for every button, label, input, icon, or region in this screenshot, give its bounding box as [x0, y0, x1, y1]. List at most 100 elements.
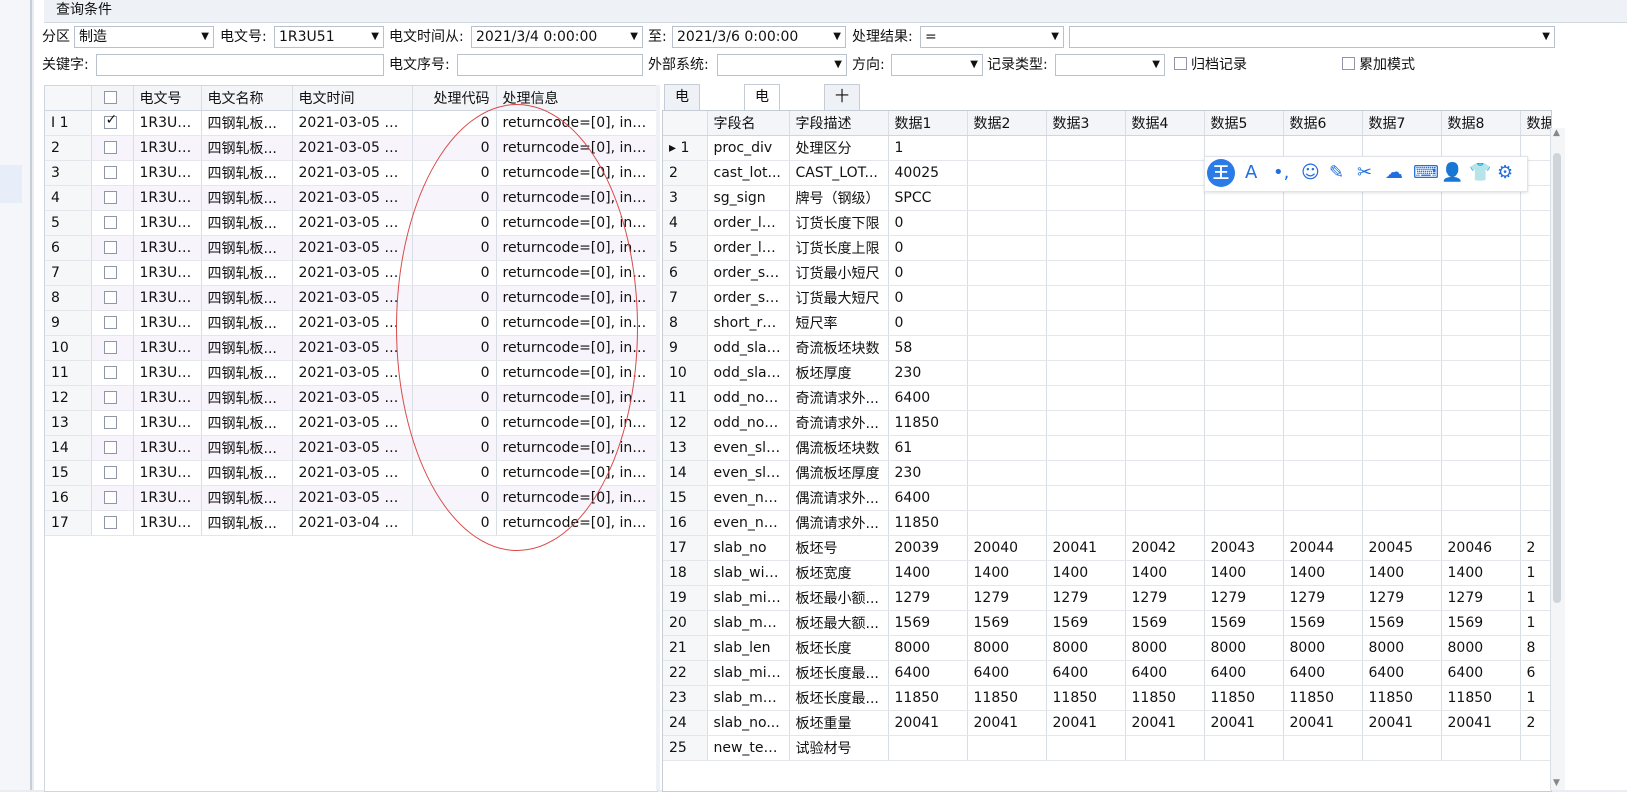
table-row[interactable]: 25 new_tes... 试验材号 [663, 735, 1551, 761]
row-checkbox[interactable] [103, 291, 117, 304]
punctuation-icon[interactable]: •, [1273, 161, 1289, 185]
row-checkbox-cell[interactable] [91, 235, 134, 261]
table-row[interactable]: 9 1R3U51 四钢轧板... 2021-03-05 0... 0 returncode… [45, 310, 657, 336]
row-checkbox-cell[interactable] [91, 460, 134, 486]
row-checkbox-cell[interactable] [91, 210, 134, 236]
table-row[interactable]: 12 odd_nos... 奇流请求外... 11850 [663, 410, 1551, 436]
table-row[interactable]: 4 order_le... 订货长度下限 0 [663, 210, 1551, 236]
table-row[interactable]: 17 1R3U51 四钢轧板... 2021-03-04 0... 0 returncod… [45, 510, 657, 536]
table-row[interactable]: 10 1R3U51 四钢轧板... 2021-03-05 0... 0 returncod… [45, 335, 657, 361]
column-header[interactable]: 电文时间 [292, 86, 413, 111]
column-header[interactable]: 电文号 [133, 86, 202, 111]
table-row[interactable]: 5 order_le... 订货长度上限 0 [663, 235, 1551, 261]
column-header[interactable] [91, 86, 134, 111]
row-checkbox[interactable] [103, 391, 117, 404]
table-row[interactable]: 11 1R3U51 四钢轧板... 2021-03-05 0... 0 returncod… [45, 360, 657, 386]
column-header[interactable]: 数据3 [1046, 111, 1126, 136]
row-checkbox-cell[interactable] [91, 285, 134, 311]
row-checkbox[interactable] [103, 441, 117, 454]
table-row[interactable]: 15 even_no... 偶流请求外... 6400 [663, 485, 1551, 511]
table-row[interactable]: 20 slab_max... 板坯最大额... 1569 1569 1569 1569 156… [663, 610, 1551, 636]
scroll-down-icon[interactable]: ▼ [1553, 778, 1560, 788]
column-header[interactable]: 数据8 [1441, 111, 1521, 136]
row-checkbox[interactable] [103, 316, 117, 329]
time-to-picker[interactable]: 2021/3/6 0:00:00 ▼ [672, 26, 846, 48]
scroll-up-icon[interactable]: ▲ [1553, 128, 1560, 138]
row-checkbox[interactable] [103, 112, 117, 129]
column-header[interactable]: 数据6 [1283, 111, 1363, 136]
row-checkbox[interactable] [103, 216, 117, 229]
table-row[interactable]: 23 slab_max... 板坯长度最... 11850 11850 11850 1185… [663, 685, 1551, 711]
partition-select[interactable]: 制造 ▼ [74, 26, 214, 48]
tab-message-split[interactable]: 电文拆分 [744, 84, 780, 180]
column-header[interactable]: 处理信息 [496, 86, 657, 111]
column-header[interactable]: 电文名称 [201, 86, 293, 111]
pen-icon[interactable]: ✎ [1329, 161, 1344, 185]
ime-logo-icon[interactable]: 王 [1207, 159, 1235, 187]
msg-no-select[interactable]: 1R3U51 ▼ [274, 26, 384, 48]
scissors-icon[interactable]: ✂ [1357, 161, 1372, 185]
table-row[interactable]: 19 slab_min... 板坯最小额... 1279 1279 1279 1279 127… [663, 585, 1551, 611]
vertical-scrollbar[interactable]: ▲ ▼ [1550, 128, 1565, 790]
table-row[interactable]: 14 1R3U51 四钢轧板... 2021-03-05 0... 0 returncod… [45, 435, 657, 461]
column-header[interactable]: 数据 [1520, 111, 1551, 136]
row-checkbox[interactable] [103, 191, 117, 204]
column-header[interactable]: 数据5 [1204, 111, 1284, 136]
column-header[interactable]: 数据7 [1362, 111, 1442, 136]
direction-select[interactable]: ▼ [891, 54, 983, 76]
table-row[interactable]: 15 1R3U51 四钢轧板... 2021-03-05 0... 0 returncod… [45, 460, 657, 486]
tab-hex[interactable]: 十六进制 [824, 84, 860, 180]
time-from-picker[interactable]: 2021/3/4 0:00:00 ▼ [471, 26, 643, 48]
cloud-icon[interactable]: ☁ [1385, 161, 1403, 185]
row-checkbox[interactable] [103, 491, 117, 504]
table-row[interactable]: 3 1R3U51 四钢轧板... 2021-03-05 1... 0 returncode… [45, 160, 657, 186]
tab-message-content[interactable]: 电文内容 [664, 84, 700, 180]
keyword-input[interactable] [96, 54, 384, 76]
table-row[interactable]: 14 even_sla... 偶流板坯厚度 230 [663, 460, 1551, 486]
row-checkbox[interactable] [103, 141, 117, 154]
row-checkbox-cell[interactable] [91, 310, 134, 336]
table-row[interactable]: 7 order_sh... 订货最大短尺 0 [663, 285, 1551, 311]
table-row[interactable]: 11 odd_nos... 奇流请求外... 6400 [663, 385, 1551, 411]
column-header[interactable]: 数据2 [967, 111, 1047, 136]
archive-checkbox[interactable] [1174, 57, 1187, 70]
font-icon[interactable]: A [1245, 161, 1257, 185]
row-checkbox-cell[interactable] [91, 510, 134, 536]
column-header[interactable]: 字段描述 [789, 111, 889, 136]
table-row[interactable]: 6 1R3U51 四钢轧板... 2021-03-05 1... 0 returncode… [45, 235, 657, 261]
table-row[interactable]: 17 slab_no 板坯号 20039 20040 20041 20042 20043 200… [663, 535, 1551, 561]
row-checkbox-cell[interactable] [91, 335, 134, 361]
user-icon[interactable]: 👤 [1441, 161, 1463, 185]
column-header[interactable]: 字段名 [707, 111, 790, 136]
row-checkbox[interactable] [103, 416, 117, 429]
table-row[interactable]: 5 1R3U51 四钢轧板... 2021-03-05 1... 0 returncode… [45, 210, 657, 236]
table-row[interactable]: 7 1R3U51 四钢轧板... 2021-03-05 0... 0 returncode… [45, 260, 657, 286]
emoji-icon[interactable]: ☺ [1301, 161, 1320, 185]
table-row[interactable]: I 1 1R3U51四钢轧板...2021-03-05 1...0returnco… [45, 110, 657, 136]
column-header[interactable]: 数据1 [888, 111, 968, 136]
table-row[interactable]: 24 slab_no... 板坯重量 20041 20041 20041 20041 2004… [663, 710, 1551, 736]
split-divider[interactable] [656, 85, 660, 790]
table-row[interactable]: 21 slab_len 板坯长度 8000 8000 8000 8000 8000 8000 80… [663, 635, 1551, 661]
row-checkbox-cell[interactable] [91, 135, 134, 161]
table-row[interactable]: 6 order_sh... 订货最小短尺 0 [663, 260, 1551, 286]
row-checkbox-cell[interactable] [91, 110, 134, 136]
table-row[interactable]: 8 1R3U51 四钢轧板... 2021-03-05 0... 0 returncode… [45, 285, 657, 311]
table-row[interactable]: 13 1R3U51 四钢轧板... 2021-03-05 0... 0 returncod… [45, 410, 657, 436]
result-operator-select[interactable]: = ▼ [920, 26, 1064, 48]
scroll-thumb[interactable] [1553, 153, 1561, 603]
row-checkbox[interactable] [103, 466, 117, 479]
row-checkbox[interactable] [103, 266, 117, 279]
row-checkbox[interactable] [103, 166, 117, 179]
table-row[interactable]: 9 odd_slab... 奇流板坯块数 58 [663, 335, 1551, 361]
table-row[interactable]: 2 1R3U51 四钢轧板... 2021-03-05 1... 0 returncode… [45, 135, 657, 161]
cumulative-checkbox[interactable] [1342, 57, 1355, 70]
row-checkbox[interactable] [103, 341, 117, 354]
table-row[interactable]: 4 1R3U51 四钢轧板... 2021-03-05 1... 0 returncode… [45, 185, 657, 211]
row-checkbox-cell[interactable] [91, 260, 134, 286]
table-row[interactable]: 8 short_rate 短尺率 0 [663, 310, 1551, 336]
skin-icon[interactable]: 👕 [1469, 161, 1491, 185]
row-checkbox-cell[interactable] [91, 410, 134, 436]
column-header[interactable]: 处理代码 [412, 86, 497, 111]
table-row[interactable]: 16 even_no... 偶流请求外... 11850 [663, 510, 1551, 536]
